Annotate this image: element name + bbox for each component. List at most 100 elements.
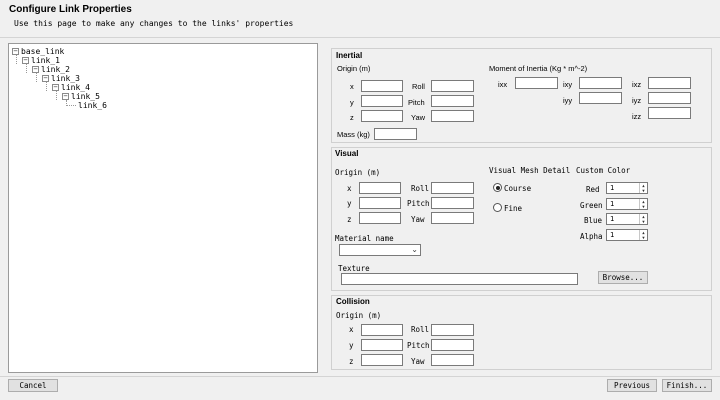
link-tree[interactable]: − base_link − link_1 − link_2 − link_3 − link… [8, 43, 318, 373]
tree-node-label: link_4 [61, 83, 90, 92]
collision-pitch-input[interactable] [431, 339, 474, 351]
visual-yaw-label: Yaw [411, 215, 425, 224]
page-subtitle: Use this page to make any changes to the… [14, 19, 294, 28]
cancel-button[interactable]: Cancel [8, 379, 58, 392]
collision-title: Collision [336, 297, 370, 306]
collapse-icon[interactable]: − [52, 84, 59, 91]
visual-origin-label: Origin (m) [335, 168, 381, 177]
iyy-input[interactable] [579, 92, 622, 104]
tree-node-link-4[interactable]: − link_4 [52, 83, 90, 92]
visual-roll-input[interactable] [431, 182, 474, 194]
collision-group: Collision Origin (m) x y z Roll Pitch Ya… [331, 295, 712, 370]
alpha-label: Alpha [580, 232, 603, 241]
finish-button[interactable]: Finish... [662, 379, 712, 392]
down-arrow-icon[interactable]: ▼ [640, 204, 647, 209]
ixx-input[interactable] [515, 77, 558, 89]
ixz-label: ixz [632, 80, 642, 89]
inertial-y-label: y [350, 98, 354, 107]
collision-x-input[interactable] [361, 324, 403, 336]
inertial-z-label: z [350, 113, 354, 122]
collision-x-label: x [349, 325, 354, 334]
down-arrow-icon[interactable]: ▼ [640, 235, 647, 240]
izz-label: izz [632, 112, 642, 121]
inertial-z-input[interactable] [361, 110, 403, 122]
texture-label: Texture [338, 264, 370, 273]
browse-button[interactable]: Browse... [598, 271, 648, 284]
material-name-select[interactable]: ⌄ [339, 244, 421, 256]
header-divider [0, 37, 720, 38]
inertial-group: Inertial Origin (m) x y z Roll Pitch Yaw… [331, 48, 712, 143]
red-spinbox[interactable]: 1 ▲ ▼ [606, 182, 648, 194]
tree-node-link-1[interactable]: − link_1 [22, 56, 60, 65]
tree-node-label: link_6 [78, 101, 107, 110]
iyz-input[interactable] [648, 92, 691, 104]
blue-spinbox[interactable]: 1 ▲ ▼ [606, 213, 648, 225]
visual-title: Visual [335, 149, 359, 158]
visual-y-label: y [347, 199, 352, 208]
mesh-detail-label: Visual Mesh Detail [489, 166, 571, 175]
visual-yaw-input[interactable] [431, 212, 474, 224]
alpha-spinbox[interactable]: 1 ▲ ▼ [606, 229, 648, 241]
tree-node-link-5[interactable]: − link_5 [62, 92, 100, 101]
visual-z-input[interactable] [359, 212, 401, 224]
mass-input[interactable] [374, 128, 417, 140]
collapse-icon[interactable]: − [42, 75, 49, 82]
tree-node-base-link[interactable]: − base_link [12, 47, 64, 56]
inertial-yaw-label: Yaw [411, 113, 426, 122]
visual-y-input[interactable] [359, 197, 401, 209]
custom-color-label: Custom Color [576, 166, 631, 175]
fine-radio[interactable] [493, 203, 502, 212]
collapse-icon[interactable]: − [32, 66, 39, 73]
chevron-down-icon: ⌄ [411, 245, 418, 254]
page-title: Configure Link Properties [9, 4, 132, 15]
down-arrow-icon[interactable]: ▼ [640, 219, 647, 224]
inertial-yaw-input[interactable] [431, 110, 474, 122]
tree-node-link-6[interactable]: link_6 [78, 101, 107, 110]
collision-z-label: z [349, 357, 354, 366]
visual-x-input[interactable] [359, 182, 401, 194]
collapse-icon[interactable]: − [62, 93, 69, 100]
blue-label: Blue [584, 216, 603, 225]
down-arrow-icon[interactable]: ▼ [640, 188, 647, 193]
tree-node-link-3[interactable]: − link_3 [42, 74, 80, 83]
inertial-x-input[interactable] [361, 80, 403, 92]
collision-pitch-label: Pitch [407, 341, 430, 350]
visual-group: Visual Origin (m) x y z Roll Pitch Yaw V… [331, 147, 712, 291]
collision-roll-input[interactable] [431, 324, 474, 336]
ixy-input[interactable] [579, 77, 622, 89]
collision-yaw-label: Yaw [411, 357, 425, 366]
inertial-origin-label: Origin (m) [337, 64, 371, 73]
inertial-roll-label: Roll [412, 82, 425, 91]
inertial-roll-input[interactable] [431, 80, 474, 92]
inertial-y-input[interactable] [361, 95, 403, 107]
visual-x-label: x [347, 184, 352, 193]
tree-node-link-2[interactable]: − link_2 [32, 65, 70, 74]
collision-z-input[interactable] [361, 354, 403, 366]
collision-yaw-input[interactable] [431, 354, 474, 366]
previous-button[interactable]: Previous [607, 379, 657, 392]
course-radio[interactable] [493, 183, 502, 192]
iyy-label: iyy [563, 96, 573, 105]
izz-input[interactable] [648, 107, 691, 119]
material-name-label: Material name [335, 234, 394, 243]
visual-pitch-input[interactable] [431, 197, 474, 209]
collision-origin-label: Origin (m) [336, 311, 382, 320]
tree-node-label: link_5 [71, 92, 100, 101]
ixx-label: ixx [498, 80, 508, 89]
red-label: Red [586, 185, 600, 194]
texture-input[interactable] [341, 273, 578, 285]
inertial-pitch-input[interactable] [431, 95, 474, 107]
footer-divider [0, 376, 720, 377]
ixz-input[interactable] [648, 77, 691, 89]
tree-node-label: base_link [21, 47, 65, 56]
collapse-icon[interactable]: − [12, 48, 19, 55]
collision-y-label: y [349, 341, 354, 350]
visual-pitch-label: Pitch [407, 199, 430, 208]
fine-label: Fine [504, 204, 523, 213]
collision-y-input[interactable] [361, 339, 403, 351]
mass-label: Mass (kg) [337, 130, 370, 139]
tree-node-label: link_1 [31, 56, 60, 65]
green-label: Green [580, 201, 603, 210]
green-spinbox[interactable]: 1 ▲ ▼ [606, 198, 648, 210]
collapse-icon[interactable]: − [22, 57, 29, 64]
